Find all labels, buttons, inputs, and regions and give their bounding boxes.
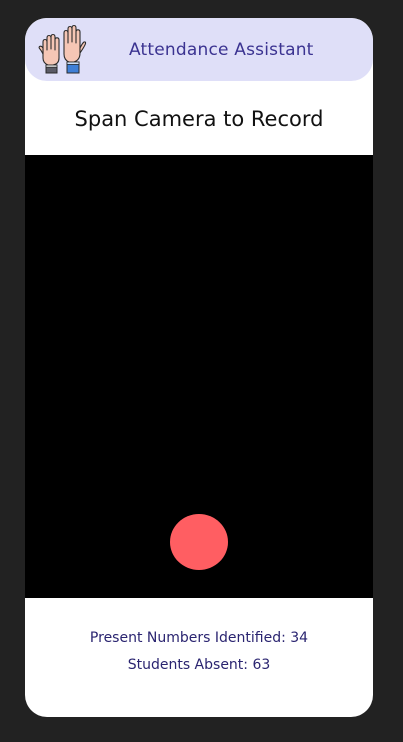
record-button[interactable] [170,514,228,570]
app-screen: Attendance Assistant Span Camera to Reco… [25,18,373,717]
absent-count-text: Students Absent: 63 [127,657,271,673]
present-count-text: Present Numbers Identified: 34 [89,630,309,646]
raised-hands-icon [38,24,87,74]
record-instruction: Span Camera to Record [74,107,324,131]
app-title: Attendance Assistant [129,40,314,60]
app-header: Attendance Assistant [25,18,373,81]
camera-preview [25,155,373,598]
